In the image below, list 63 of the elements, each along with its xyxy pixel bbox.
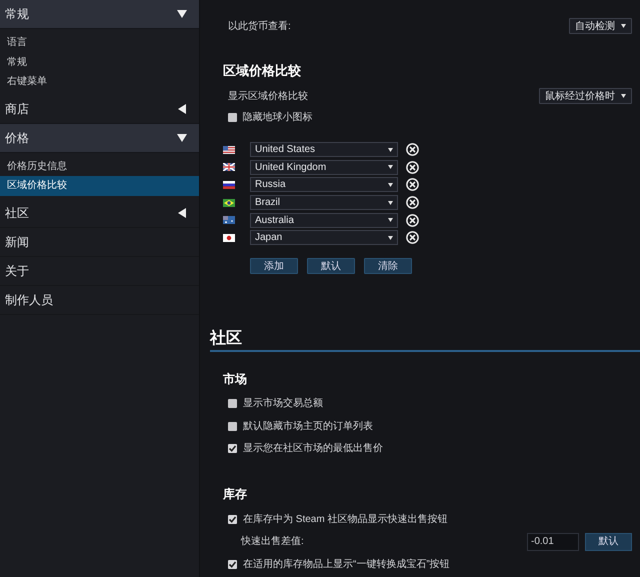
country-select[interactable]: United Kingdom (250, 160, 398, 175)
country-select[interactable]: United States (250, 142, 398, 158)
sidebar-item[interactable]: 常规 (0, 52, 199, 72)
checkbox[interactable] (228, 444, 237, 454)
caret-icon (621, 24, 626, 28)
display-select[interactable]: 鼠标经过价格时 (539, 88, 632, 104)
default-button[interactable]: 默认 (585, 532, 632, 551)
number-field[interactable]: -0.01 (527, 532, 579, 551)
sidebar-item[interactable]: 价格历史信息 (0, 156, 199, 176)
section-heading: 区域价格比较 (223, 62, 302, 80)
checkbox[interactable] (228, 112, 237, 122)
flag-icon (223, 234, 235, 242)
setting-label: 快速出售差值: (241, 534, 305, 550)
flag-icon (223, 163, 235, 172)
caret-icon (388, 200, 393, 205)
sidebar-item[interactable]: 新闻 (0, 228, 199, 256)
sidebar-item[interactable]: 制作人员 (0, 286, 199, 314)
sidebar-group[interactable]: 价格 (0, 124, 199, 152)
checkbox-label: 显示市场交易总额 (243, 396, 323, 412)
country-select[interactable]: Russia (250, 177, 398, 192)
caret-icon (388, 148, 393, 152)
remove-icon[interactable] (406, 231, 419, 244)
sidebar-item[interactable]: 语言 (0, 33, 199, 52)
flag-icon (223, 216, 235, 224)
remove-icon[interactable] (406, 143, 419, 156)
caret-icon (388, 182, 393, 187)
checkbox-label: 在库存中为 Steam 社区物品显示快速出售按钮 (243, 512, 448, 527)
setting-label: 显示区域价格比较 (228, 90, 308, 104)
caret-icon (388, 236, 393, 240)
checkbox-label: 隐藏地球小图标 (242, 110, 312, 124)
flag-icon (223, 180, 235, 189)
currency-label: 以此货币查看: (228, 20, 291, 34)
country-select[interactable]: Australia (250, 212, 398, 228)
remove-icon[interactable] (406, 214, 419, 227)
flag-icon (223, 146, 235, 154)
action-button[interactable]: 添加 (250, 258, 298, 274)
checkbox[interactable] (228, 560, 237, 569)
sidebar-item[interactable]: 关于 (0, 256, 199, 286)
checkbox-label: 显示您在社区市场的最低出售价 (243, 442, 383, 456)
subsection-heading: 库存 (223, 486, 248, 502)
remove-icon[interactable] (406, 160, 419, 174)
sidebar-item[interactable]: 右键菜单 (0, 72, 199, 92)
currency-select[interactable]: 自动检测 (569, 18, 632, 34)
checkbox-label: 默认隐藏市场主页的订单列表 (243, 420, 373, 434)
sidebar-item[interactable]: 区域价格比较 (0, 176, 199, 196)
sidebar-group[interactable]: 常规 (0, 0, 199, 29)
checkbox[interactable] (228, 399, 237, 408)
flag-icon (223, 198, 235, 207)
action-button[interactable]: 默认 (307, 258, 355, 274)
section-title: 社区 (210, 328, 640, 352)
country-select[interactable]: Japan (250, 230, 398, 246)
country-select[interactable]: Brazil (250, 195, 398, 210)
sidebar-group[interactable]: 社区 (0, 198, 199, 228)
checkbox[interactable] (228, 422, 237, 431)
subsection-heading: 市场 (223, 370, 248, 387)
remove-icon[interactable] (406, 178, 419, 192)
action-button[interactable]: 清除 (364, 258, 412, 274)
caret-icon (621, 94, 626, 98)
caret-icon (388, 165, 393, 170)
remove-icon[interactable] (406, 196, 419, 210)
checkbox-label: 在适用的库存物品上显示“一键转换成宝石”按钮 (243, 558, 450, 572)
caret-icon (388, 218, 393, 222)
checkbox[interactable] (228, 514, 237, 524)
